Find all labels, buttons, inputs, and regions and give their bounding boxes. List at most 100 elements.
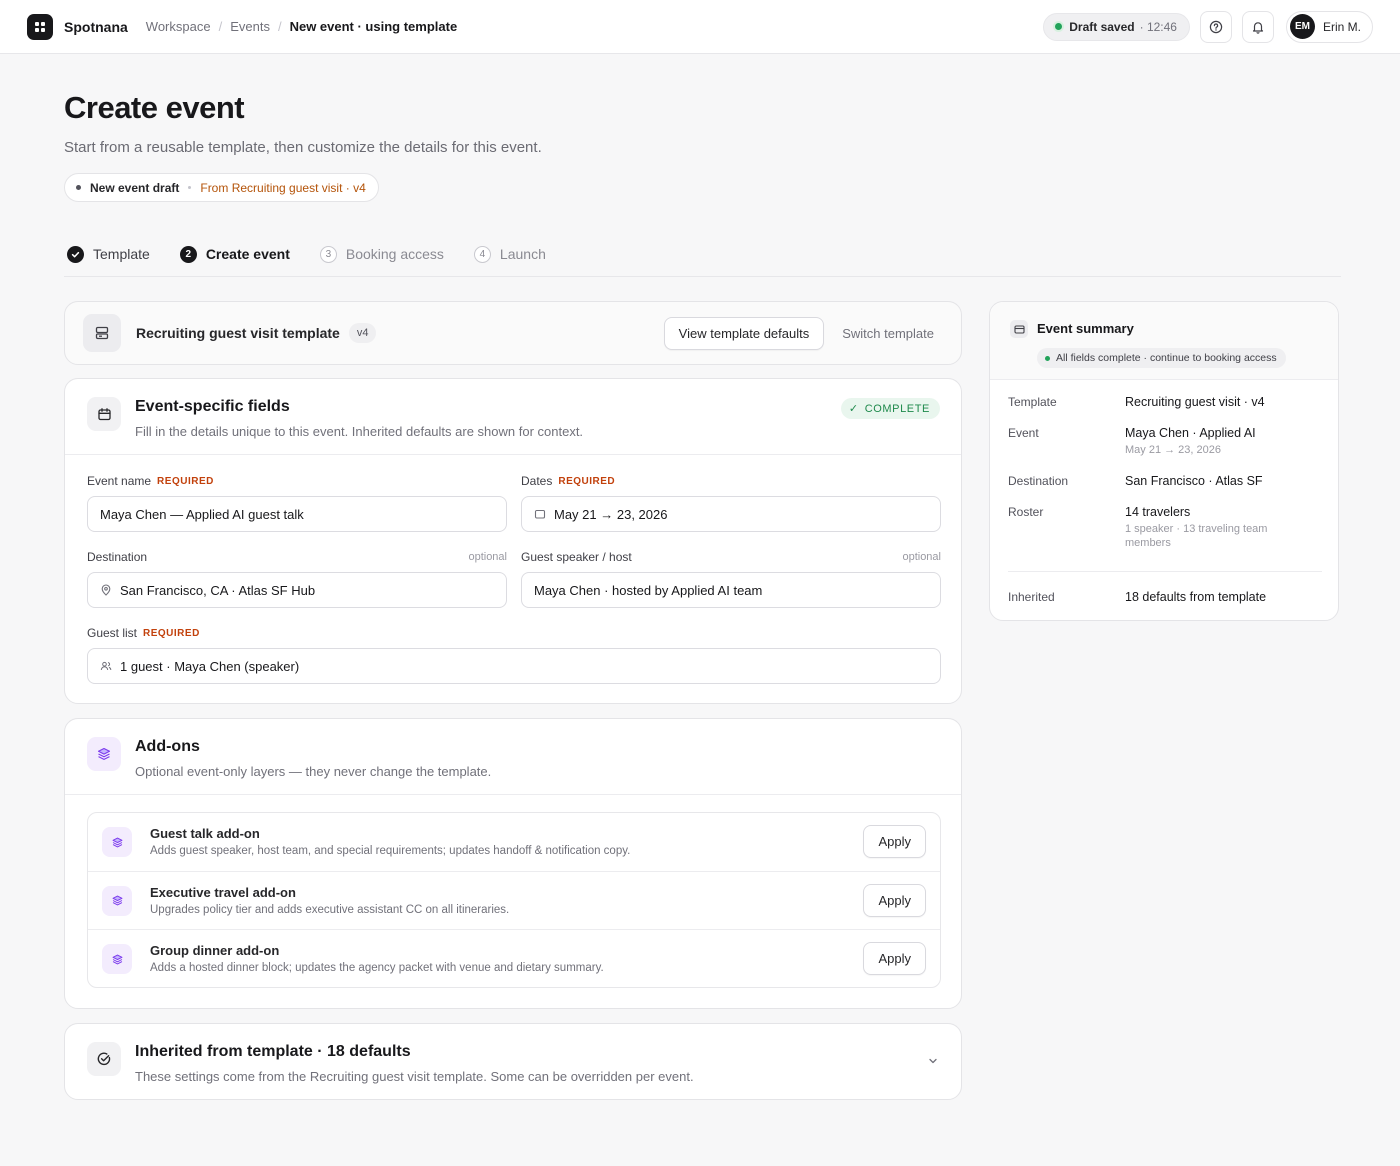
- user-name: Erin M.: [1322, 19, 1361, 34]
- step-create-event[interactable]: 2 Create event: [179, 245, 290, 263]
- chevron-down-icon[interactable]: [927, 1055, 939, 1070]
- optional-marker: optional: [902, 551, 941, 563]
- template-card: Recruiting guest visit template v4 View …: [64, 301, 962, 365]
- speaker-input[interactable]: Maya Chen · hosted by Applied AI team: [521, 572, 941, 608]
- template-icon: [83, 314, 121, 352]
- apply-group-dinner-button[interactable]: Apply: [863, 942, 926, 976]
- step-label: Booking access: [345, 246, 444, 262]
- field-label: Dates: [521, 474, 553, 488]
- summary-icon: [1010, 320, 1028, 338]
- layers-icon: [87, 737, 121, 771]
- input-value: San Francisco, CA · Atlas SF Hub: [120, 582, 316, 598]
- required-marker: REQUIRED: [143, 627, 200, 639]
- stepper: Template 2 Create event 3 Booking access…: [67, 243, 576, 265]
- apply-guest-talk-button[interactable]: Apply: [863, 825, 926, 858]
- template-version-badge: v4: [348, 323, 377, 343]
- avatar: EM: [1289, 14, 1315, 39]
- list-item: Executive travel add-on Upgrades policy …: [88, 872, 940, 931]
- layers-icon: [102, 827, 132, 857]
- summary-value: Maya Chen · Applied AI May 21 → 23, 2026: [1125, 426, 1322, 457]
- calendar-icon: [87, 397, 121, 431]
- field-label: Guest speaker / host: [521, 550, 632, 564]
- speaker-field: Guest speaker / host optional Maya Chen …: [521, 549, 941, 608]
- summary-title: Event summary: [1037, 321, 1134, 336]
- event-fields-card: Event-specific fields Fill in the detail…: [64, 378, 962, 704]
- tag-separator: [188, 186, 192, 189]
- summary-value: San Francisco · Atlas SF: [1125, 474, 1263, 488]
- section-title: Add-ons: [135, 738, 200, 755]
- draft-tag-label: New event draft: [90, 180, 180, 195]
- user-menu[interactable]: EM Erin M.: [1285, 10, 1373, 43]
- event-name-field: Event name REQUIRED Maya Chen — Applied …: [87, 473, 507, 532]
- check-icon: ✓: [848, 403, 859, 415]
- guest-list-field: Guest list REQUIRED 1 guest · Maya Chen …: [87, 625, 941, 684]
- notifications-button[interactable]: [1241, 10, 1274, 43]
- addon-title: Guest talk add-on: [150, 826, 260, 841]
- help-button[interactable]: [1199, 10, 1232, 43]
- optional-marker: optional: [468, 551, 507, 563]
- check-circle-icon: [67, 245, 84, 263]
- draft-saved-status: Draft saved · 12:46: [1043, 12, 1190, 41]
- dates-field: Dates REQUIRED May 21 → 23, 2026: [521, 473, 941, 532]
- summary-key: Destination: [1008, 474, 1069, 488]
- summary-value-main: Maya Chen · Applied AI: [1125, 426, 1256, 440]
- apply-executive-travel-button[interactable]: Apply: [863, 883, 926, 917]
- status-dot-icon: [1055, 23, 1063, 30]
- addon-description: Adds a hosted dinner block; updates the …: [150, 962, 604, 975]
- bell-icon: [1252, 21, 1264, 34]
- step-launch[interactable]: 4 Launch: [473, 245, 546, 263]
- complete-label: COMPLETE: [864, 402, 930, 415]
- summary-value: 18 defaults from template: [1125, 590, 1267, 604]
- page-subtitle: Start from a reusable template, then cus…: [64, 139, 542, 156]
- draft-source-tag: New event draft From Recruiting guest vi…: [64, 173, 379, 202]
- date-icon: [534, 508, 546, 520]
- input-value: Maya Chen · hosted by Applied AI team: [534, 582, 763, 598]
- brand-name: Spotnana: [64, 18, 128, 35]
- step-booking-access[interactable]: 3 Booking access: [319, 245, 444, 263]
- summary-key: Inherited: [1008, 590, 1055, 604]
- addons-card: Add-ons Optional event-only layers — the…: [64, 718, 962, 1009]
- layers-icon: [102, 885, 132, 916]
- top-bar: Spotnana Workspace / Events / New event …: [0, 0, 1400, 54]
- input-value: Maya Chen — Applied AI guest talk: [100, 506, 304, 522]
- page-title: Create event: [64, 90, 245, 125]
- step-label: Create event: [205, 246, 290, 262]
- divider: [1008, 571, 1322, 572]
- field-label: Guest list: [87, 626, 138, 640]
- switch-template-link[interactable]: Switch template: [842, 326, 934, 341]
- summary-key: Template: [1008, 395, 1057, 409]
- layers-icon: [102, 944, 132, 975]
- summary-key: Event: [1008, 426, 1039, 440]
- section-title: Inherited from template · 18 defaults: [135, 1043, 411, 1060]
- inherited-defaults-card[interactable]: Inherited from template · 18 defaults Th…: [64, 1023, 962, 1100]
- check-circle-icon: [87, 1042, 121, 1076]
- draft-saved-label: Draft saved: [1069, 19, 1135, 34]
- guest-list-input[interactable]: 1 guest · Maya Chen (speaker): [87, 648, 941, 684]
- destination-input[interactable]: San Francisco, CA · Atlas SF Hub: [87, 572, 507, 608]
- breadcrumb-workspace[interactable]: Workspace: [146, 19, 211, 34]
- breadcrumb-separator: /: [277, 19, 282, 34]
- breadcrumb-events[interactable]: Events: [230, 19, 270, 34]
- addon-title: Group dinner add-on: [150, 943, 280, 959]
- breadcrumb: Workspace / Events / New event · using t…: [146, 19, 457, 34]
- view-template-defaults-button[interactable]: View template defaults: [663, 316, 825, 350]
- addon-description: Upgrades policy tier and adds executive …: [150, 903, 510, 916]
- draft-source-label: From Recruiting guest visit · v4: [200, 180, 366, 195]
- summary-value: 14 travelers 1 speaker · 13 traveling te…: [1125, 505, 1322, 550]
- event-name-input[interactable]: Maya Chen — Applied AI guest talk: [87, 496, 507, 532]
- addon-title: Executive travel add-on: [150, 884, 296, 900]
- complete-badge: ✓ COMPLETE: [840, 398, 940, 419]
- step-number: 4: [473, 245, 491, 263]
- required-marker: REQUIRED: [558, 475, 616, 487]
- location-pin-icon: [100, 584, 112, 596]
- list-item: Group dinner add-on Adds a hosted dinner…: [88, 930, 940, 987]
- step-number: 3: [319, 245, 337, 263]
- breadcrumb-current: New event · using template: [289, 19, 458, 34]
- app-logo-icon[interactable]: [27, 13, 53, 40]
- step-template[interactable]: Template: [67, 245, 150, 263]
- summary-value: Recruiting guest visit · v4: [1125, 395, 1265, 409]
- divider: [64, 276, 1341, 277]
- summary-value-sub: May 21 → 23, 2026: [1125, 444, 1222, 456]
- section-description: Optional event-only layers — they never …: [135, 764, 492, 779]
- dates-input[interactable]: May 21 → 23, 2026: [521, 496, 941, 532]
